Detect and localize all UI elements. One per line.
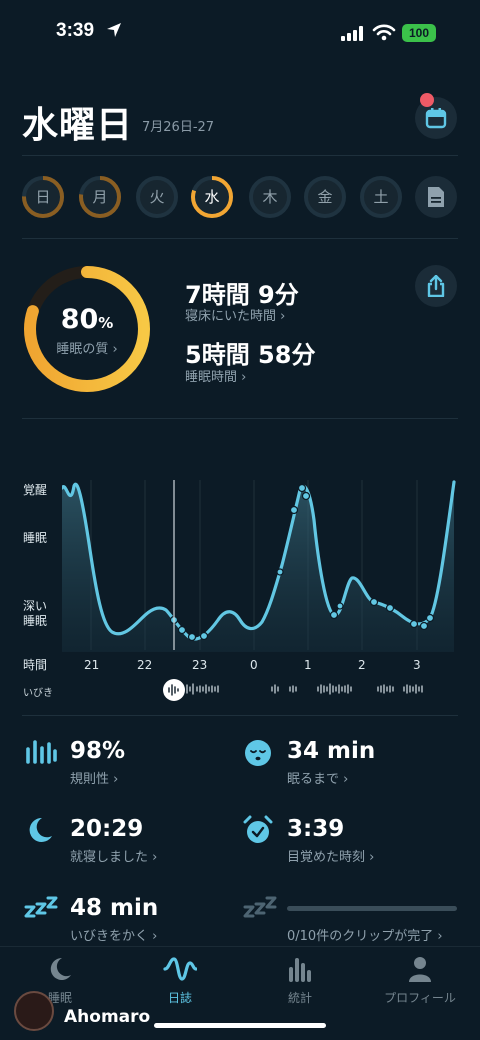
- divider: [22, 155, 458, 156]
- x-tick: 21: [84, 658, 100, 672]
- asleep-link[interactable]: 睡眠時間 ›: [185, 366, 246, 385]
- regularity-link[interactable]: 規則性 ›: [70, 768, 118, 787]
- regularity-bars-icon: [26, 740, 57, 764]
- tab-divider: [0, 946, 480, 947]
- signal-icon: [341, 26, 363, 41]
- notes-button[interactable]: [415, 176, 457, 218]
- alarm-clock-icon: [243, 815, 273, 843]
- day-label: 金: [317, 188, 333, 206]
- snore-clips-icon: [243, 896, 277, 918]
- tab-profile[interactable]: プロフィール: [360, 955, 480, 1006]
- day-sat[interactable]: 土: [359, 175, 403, 219]
- divider: [22, 715, 458, 716]
- sleep-chart: [62, 480, 456, 652]
- regularity-value: 98%: [70, 738, 126, 764]
- x-tick: 22: [137, 658, 153, 672]
- clips-progress-bar: [287, 906, 457, 911]
- document-icon: [428, 187, 444, 207]
- day-label: 日: [35, 188, 51, 206]
- bedtime-value: 20:29: [70, 816, 144, 842]
- in-bed-link[interactable]: 寝床にいた時間 ›: [185, 305, 285, 324]
- time-to-sleep-value: 34 min: [287, 738, 376, 764]
- x-tick: 2: [358, 658, 366, 672]
- day-label: 土: [373, 188, 389, 206]
- x-tick: 0: [250, 658, 258, 672]
- location-arrow-icon: [107, 23, 121, 37]
- snoring-value: 48 min: [70, 895, 159, 921]
- status-time: 3:39: [56, 20, 95, 41]
- day-fri[interactable]: 金: [303, 175, 347, 219]
- day-tue[interactable]: 火: [135, 175, 179, 219]
- x-tick: 1: [304, 658, 312, 672]
- moon-icon: [50, 957, 71, 980]
- watermark-avatar: [14, 991, 54, 1031]
- battery-indicator: 100: [402, 24, 436, 42]
- snore-row-label: いびき: [23, 688, 53, 699]
- clips-link[interactable]: 0/10件のクリップが完了 ›: [287, 925, 443, 944]
- bedtime-link[interactable]: 就寝しました ›: [70, 846, 157, 865]
- x-axis-title: 時間: [23, 658, 48, 672]
- day-label: 水: [204, 188, 220, 206]
- wave-icon: [163, 957, 198, 981]
- quality-value: 80%: [60, 304, 114, 335]
- bar-chart-icon: [289, 958, 311, 982]
- day-thu[interactable]: 木: [248, 175, 292, 219]
- snore-zzz-icon: [24, 896, 58, 918]
- x-tick: 23: [192, 658, 208, 672]
- time-to-sleep-link[interactable]: 眠るまで ›: [287, 768, 348, 787]
- day-label: 火: [149, 188, 165, 206]
- asleep-value: 5時間 58分: [185, 341, 316, 369]
- tab-journal[interactable]: 日誌: [120, 955, 240, 1006]
- sleepy-face-icon: [245, 740, 271, 766]
- snoring-link[interactable]: いびきをかく ›: [70, 925, 157, 944]
- day-label: 木: [262, 188, 278, 206]
- wake-time-value: 3:39: [287, 816, 345, 842]
- day-label: 月: [92, 188, 108, 206]
- quality-link[interactable]: 睡眠の質 ›: [21, 338, 153, 357]
- tab-label: 統計: [287, 991, 312, 1005]
- wake-time-link[interactable]: 目覚めた時刻 ›: [287, 846, 374, 865]
- share-button[interactable]: [415, 265, 457, 307]
- moon-icon: [29, 817, 52, 842]
- audio-wave-icon: [168, 684, 179, 696]
- wifi-icon: [372, 24, 396, 41]
- y-label-awake: 覚醒: [23, 483, 48, 497]
- calendar-icon: [425, 108, 447, 129]
- y-label-deep-sleep: 睡眠: [23, 614, 48, 628]
- x-tick: 3: [413, 658, 421, 672]
- divider: [22, 238, 458, 239]
- snore-play-button[interactable]: [163, 679, 185, 701]
- notification-dot: [420, 93, 434, 107]
- snore-clips-track[interactable]: [160, 678, 450, 700]
- y-label-sleep: 睡眠: [23, 531, 48, 545]
- date-range: 7月26日-27: [142, 120, 215, 135]
- day-wed-selected[interactable]: 水: [190, 175, 234, 219]
- day-sun[interactable]: 日: [21, 175, 65, 219]
- tab-label: プロフィール: [384, 991, 456, 1005]
- page-title: 水曜日: [22, 105, 134, 146]
- tab-label: 日誌: [167, 991, 192, 1005]
- watermark-text: Ahomaro: [64, 1007, 151, 1027]
- day-mon[interactable]: 月: [78, 175, 122, 219]
- home-indicator[interactable]: [154, 1023, 326, 1028]
- person-icon: [409, 957, 431, 982]
- share-icon: [427, 275, 445, 297]
- tab-stats[interactable]: 統計: [240, 955, 360, 1006]
- divider: [22, 418, 458, 419]
